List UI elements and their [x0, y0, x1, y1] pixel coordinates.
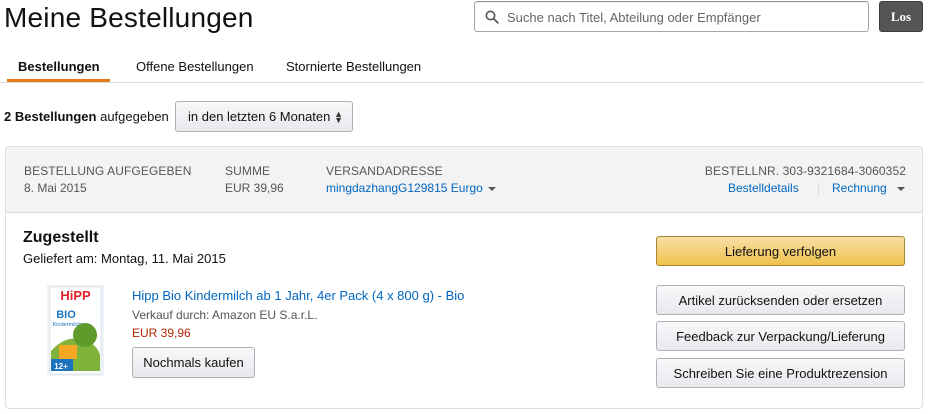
order-card: BESTELLUNG AUFGEGEBEN 8. Mai 2015 SUMME … — [5, 146, 923, 409]
product-age-text: 12+ — [54, 362, 68, 371]
invoice-link[interactable]: Rechnung — [832, 181, 905, 195]
updown-caret-icon: ▲ ▼ — [334, 109, 343, 125]
tab-open-orders[interactable]: Offene Bestellungen — [136, 59, 254, 74]
product-title-link[interactable]: Hipp Bio Kindermilch ab 1 Jahr, 4er Pack… — [132, 288, 464, 303]
caret-down-icon — [487, 186, 496, 191]
ship-to-link[interactable]: mingdazhangG129815 Eurgo — [326, 181, 496, 195]
product-image[interactable]: HiPP BIO Kindermilch 12+ — [47, 285, 104, 376]
orders-count: 2 Bestellungen — [4, 109, 97, 124]
delivery-status: Zugestellt — [23, 229, 99, 246]
search-box[interactable] — [474, 1, 869, 33]
ship-to-label: VERSANDADRESSE — [326, 164, 443, 178]
caret-down-icon — [896, 186, 905, 191]
product-bio-text: BIO — [56, 309, 76, 321]
orders-summary: 2 Bestellungen aufgegeben — [4, 109, 169, 124]
order-header: BESTELLUNG AUFGEGEBEN 8. Mai 2015 SUMME … — [6, 147, 922, 213]
time-range-select[interactable]: in den letzten 6 Monaten ▲ ▼ — [175, 101, 353, 132]
search-input[interactable] — [505, 2, 864, 33]
search-go-button[interactable]: Los — [879, 1, 923, 32]
product-price: EUR 39,96 — [132, 326, 191, 340]
ship-to-name: mingdazhangG129815 Eurgo — [326, 181, 483, 195]
link-divider — [818, 182, 819, 195]
delivery-feedback-button[interactable]: Feedback zur Verpackung/Lieferung — [656, 321, 905, 351]
write-review-button[interactable]: Schreiben Sie eine Produktrezension — [656, 358, 905, 388]
active-tab-indicator — [7, 79, 110, 82]
order-tabs: Bestellungen Offene Bestellungen Stornie… — [0, 46, 924, 83]
delivery-date: Geliefert am: Montag, 11. Mai 2015 — [23, 251, 226, 266]
time-range-value: in den letzten 6 Monaten — [188, 109, 331, 124]
order-placed-label: BESTELLUNG AUFGEGEBEN — [24, 164, 192, 178]
order-number: BESTELLNR. 303-9321684-3060352 — [704, 164, 906, 178]
order-placed-value: 8. Mai 2015 — [24, 181, 87, 195]
tab-cancelled-orders[interactable]: Stornierte Bestellungen — [286, 59, 421, 74]
order-total-value: EUR 39,96 — [225, 181, 284, 195]
invoice-label: Rechnung — [832, 181, 887, 195]
tab-orders[interactable]: Bestellungen — [18, 59, 100, 74]
order-total-label: SUMME — [225, 164, 271, 178]
buy-again-button[interactable]: Nochmals kaufen — [132, 347, 255, 378]
search-icon — [485, 10, 499, 24]
product-seller: Verkauf durch: Amazon EU S.a.r.L. — [132, 308, 318, 322]
order-details-link[interactable]: Bestelldetails — [728, 181, 799, 195]
track-package-button[interactable]: Lieferung verfolgen — [656, 236, 905, 266]
page-title: Meine Bestellungen — [4, 2, 254, 33]
return-replace-button[interactable]: Artikel zurücksenden oder ersetzen — [656, 285, 905, 315]
product-logo-text: HiPP — [60, 288, 91, 303]
orders-count-suffix: aufgegeben — [100, 109, 169, 124]
